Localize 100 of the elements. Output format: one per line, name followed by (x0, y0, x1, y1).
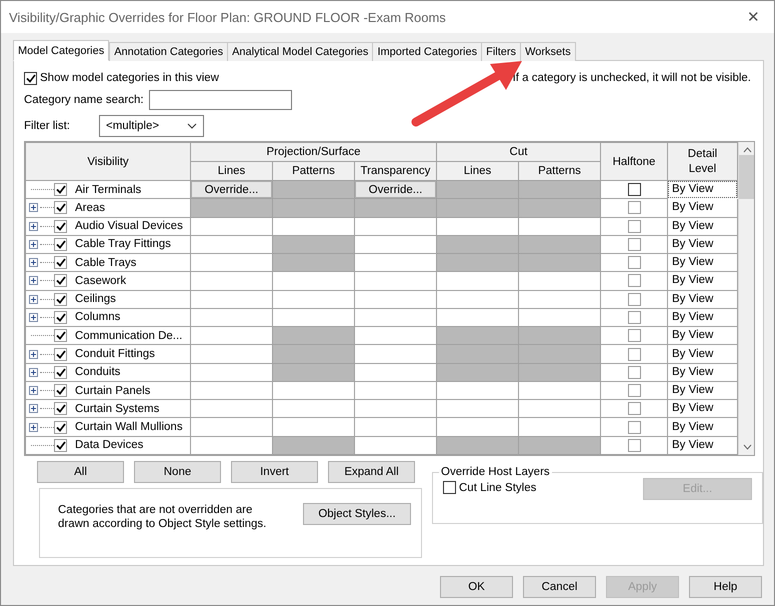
halftone-checkbox[interactable] (628, 220, 640, 233)
checkbox-label: Show model categories in this view (40, 72, 219, 84)
column-header: Lines (436, 162, 518, 180)
halftone-checkbox[interactable] (628, 420, 640, 434)
visibility-checkbox[interactable] (54, 274, 67, 288)
expand-icon[interactable] (29, 258, 38, 268)
override-button[interactable]: Override... (355, 181, 436, 198)
expand-icon[interactable] (29, 312, 38, 322)
category-name: Ceilings (75, 293, 116, 306)
halftone-checkbox[interactable] (628, 238, 640, 251)
category-name: Cable Trays (75, 256, 136, 269)
dialog-button[interactable]: OK (440, 576, 513, 598)
checkbox[interactable] (443, 481, 456, 494)
tab[interactable]: Annotation Categories (109, 42, 228, 61)
expand-icon[interactable] (29, 203, 38, 212)
category-name: Audio Visual Devices (75, 220, 183, 232)
halftone-checkbox[interactable] (628, 438, 640, 452)
visibility-checkbox[interactable] (54, 310, 67, 324)
detail-level-cell[interactable]: By View (668, 308, 737, 326)
visibility-checkbox[interactable] (54, 329, 67, 342)
detail-level-cell[interactable]: By View (668, 254, 737, 272)
search-field[interactable] (149, 90, 292, 110)
tab[interactable]: Worksets (520, 42, 576, 61)
visibility-checkbox[interactable] (54, 366, 67, 379)
column-header: Patterns (272, 162, 354, 180)
halftone-checkbox[interactable] (628, 274, 640, 288)
visibility-checkbox[interactable] (54, 420, 67, 434)
visibility-checkbox[interactable] (54, 220, 67, 233)
expand-icon[interactable] (29, 422, 38, 432)
halftone-checkbox[interactable] (628, 348, 640, 361)
expand-icon[interactable] (29, 404, 38, 414)
expand-icon[interactable] (29, 368, 38, 377)
list-button[interactable]: Invert (231, 461, 318, 483)
expand-icon[interactable] (29, 222, 38, 231)
list-button[interactable]: None (134, 461, 221, 483)
detail-level-cell[interactable]: By View (668, 364, 737, 381)
tab[interactable]: Analytical Model Categories (227, 42, 374, 61)
category-name: Data Devices (75, 439, 144, 452)
visibility-checkbox[interactable] (54, 402, 67, 416)
visibility-checkbox[interactable] (54, 292, 67, 306)
category-name: Casework (75, 274, 126, 287)
detail-level-cell[interactable]: By View (668, 436, 737, 454)
detail-level-cell[interactable]: By View (668, 382, 737, 400)
dialog-button[interactable]: Help (689, 576, 762, 598)
dialog-button[interactable]: Cancel (523, 576, 596, 598)
visibility-checkbox[interactable] (54, 348, 67, 361)
scroll-up-icon[interactable] (742, 147, 752, 153)
column-header: Projection/Surface (190, 142, 436, 162)
category-name: Areas (75, 202, 106, 214)
scrollbar[interactable] (738, 142, 754, 455)
visibility-checkbox[interactable] (54, 256, 67, 270)
list-button[interactable]: All (37, 461, 124, 483)
tab[interactable]: Model Categories (13, 40, 110, 61)
column-header: Patterns (518, 162, 600, 180)
detail-level-cell[interactable]: By View (668, 181, 737, 198)
override-button[interactable]: Override... (191, 181, 272, 198)
halftone-checkbox[interactable] (628, 366, 640, 379)
detail-level-cell[interactable]: By View (668, 290, 737, 308)
halftone-checkbox[interactable] (628, 384, 640, 398)
visibility-checkbox[interactable] (54, 201, 67, 214)
halftone-checkbox[interactable] (628, 201, 640, 214)
scroll-down-icon[interactable] (742, 444, 752, 450)
detail-level-cell[interactable]: By View (668, 199, 737, 216)
detail-level-cell[interactable]: By View (668, 346, 737, 363)
detail-level-cell[interactable]: By View (668, 400, 737, 418)
category-name: Curtain Wall Mullions (75, 421, 183, 434)
filter-dropdown[interactable]: <multiple> (99, 115, 204, 137)
scroll-thumb[interactable] (739, 155, 754, 199)
detail-level-cell[interactable]: By View (668, 236, 737, 253)
visibility-checkbox[interactable] (54, 438, 67, 452)
halftone-checkbox[interactable] (628, 310, 640, 324)
detail-level-cell[interactable]: By View (668, 327, 737, 344)
halftone-checkbox[interactable] (628, 183, 640, 196)
expand-icon[interactable] (29, 350, 38, 359)
visibility-checkbox[interactable] (54, 384, 67, 398)
expand-icon[interactable] (29, 294, 38, 304)
category-name: Curtain Panels (75, 384, 150, 397)
category-name: Curtain Systems (75, 402, 160, 415)
detail-level-cell[interactable]: By View (668, 218, 737, 235)
expand-icon[interactable] (29, 240, 38, 249)
expand-icon[interactable] (29, 386, 38, 396)
column-header: Detail Level (668, 142, 738, 180)
expand-icon[interactable] (29, 276, 38, 286)
visibility-checkbox[interactable] (54, 238, 67, 251)
detail-level-cell[interactable]: By View (668, 272, 737, 290)
halftone-checkbox[interactable] (628, 402, 640, 416)
tab[interactable]: Filters (481, 42, 522, 61)
list-button[interactable]: Expand All (328, 461, 415, 483)
checkbox[interactable] (24, 72, 37, 84)
chevron-down-icon (187, 123, 197, 129)
tab[interactable]: Imported Categories (372, 42, 482, 61)
visibility-checkbox[interactable] (54, 183, 67, 196)
halftone-checkbox[interactable] (628, 329, 640, 342)
detail-level-cell[interactable]: By View (668, 418, 737, 436)
category-name: Air Terminals (75, 184, 142, 196)
halftone-checkbox[interactable] (628, 256, 640, 270)
halftone-checkbox[interactable] (628, 292, 640, 306)
category-name: Conduits (75, 366, 120, 378)
object-styles-button[interactable]: Object Styles... (303, 503, 411, 525)
close-button[interactable]: ✕ (745, 8, 762, 26)
